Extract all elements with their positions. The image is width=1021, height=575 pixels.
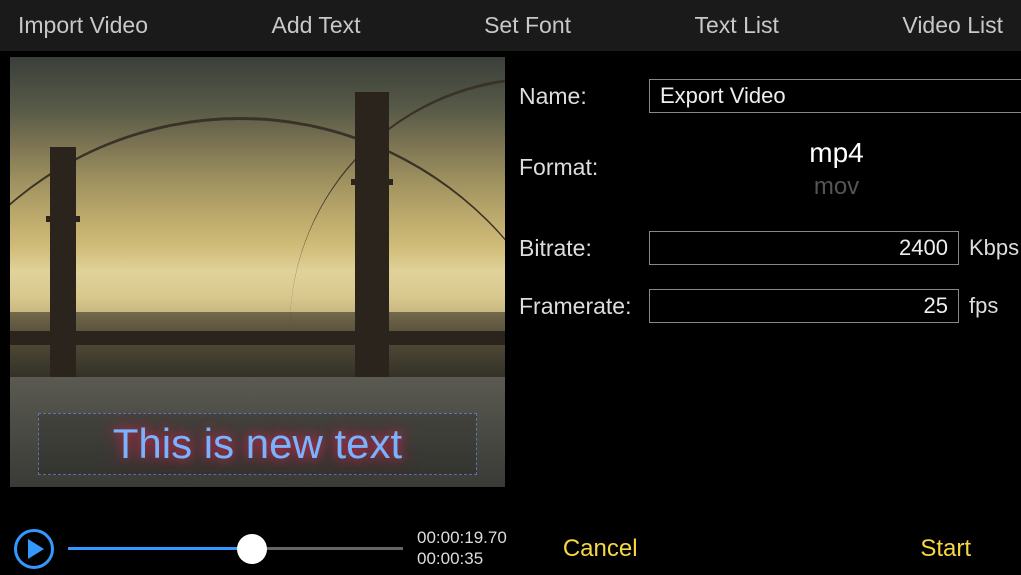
bitrate-input[interactable] <box>649 231 959 265</box>
top-menubar: Import Video Add Text Set Font Text List… <box>0 0 1021 51</box>
export-panel: Name: Format: mp4 mov Bitrate: Kbps Fram… <box>505 51 1021 521</box>
menu-set-font[interactable]: Set Font <box>484 12 571 39</box>
format-picker[interactable]: mp4 mov <box>649 137 1021 197</box>
text-overlay[interactable]: This is new text <box>38 413 477 475</box>
format-option-alt: mov <box>649 173 1021 201</box>
total-time: 00:00:35 <box>417 549 507 569</box>
bitrate-unit: Kbps <box>969 235 1021 261</box>
slider-thumb[interactable] <box>237 534 267 564</box>
name-label: Name: <box>519 83 649 110</box>
menu-import-video[interactable]: Import Video <box>18 12 148 39</box>
name-input[interactable] <box>649 79 1021 113</box>
menu-video-list[interactable]: Video List <box>902 12 1003 39</box>
framerate-label: Framerate: <box>519 293 649 320</box>
format-label: Format: <box>519 154 649 181</box>
menu-add-text[interactable]: Add Text <box>271 12 360 39</box>
bitrate-label: Bitrate: <box>519 235 649 262</box>
menu-text-list[interactable]: Text List <box>695 12 779 39</box>
start-button[interactable]: Start <box>904 535 987 563</box>
framerate-unit: fps <box>969 293 1021 319</box>
play-icon <box>28 539 44 559</box>
playback-slider[interactable] <box>68 534 403 564</box>
current-time: 00:00:19.70 <box>417 528 507 548</box>
video-preview[interactable]: This is new text <box>10 57 505 487</box>
framerate-input[interactable] <box>649 289 959 323</box>
format-selected: mp4 <box>649 137 1021 169</box>
cancel-button[interactable]: Cancel <box>547 535 654 563</box>
timecode-display: 00:00:19.70 00:00:35 <box>417 528 507 569</box>
play-button[interactable] <box>14 529 54 569</box>
playback-bar: 00:00:19.70 00:00:35 Cancel Start <box>0 521 1021 575</box>
